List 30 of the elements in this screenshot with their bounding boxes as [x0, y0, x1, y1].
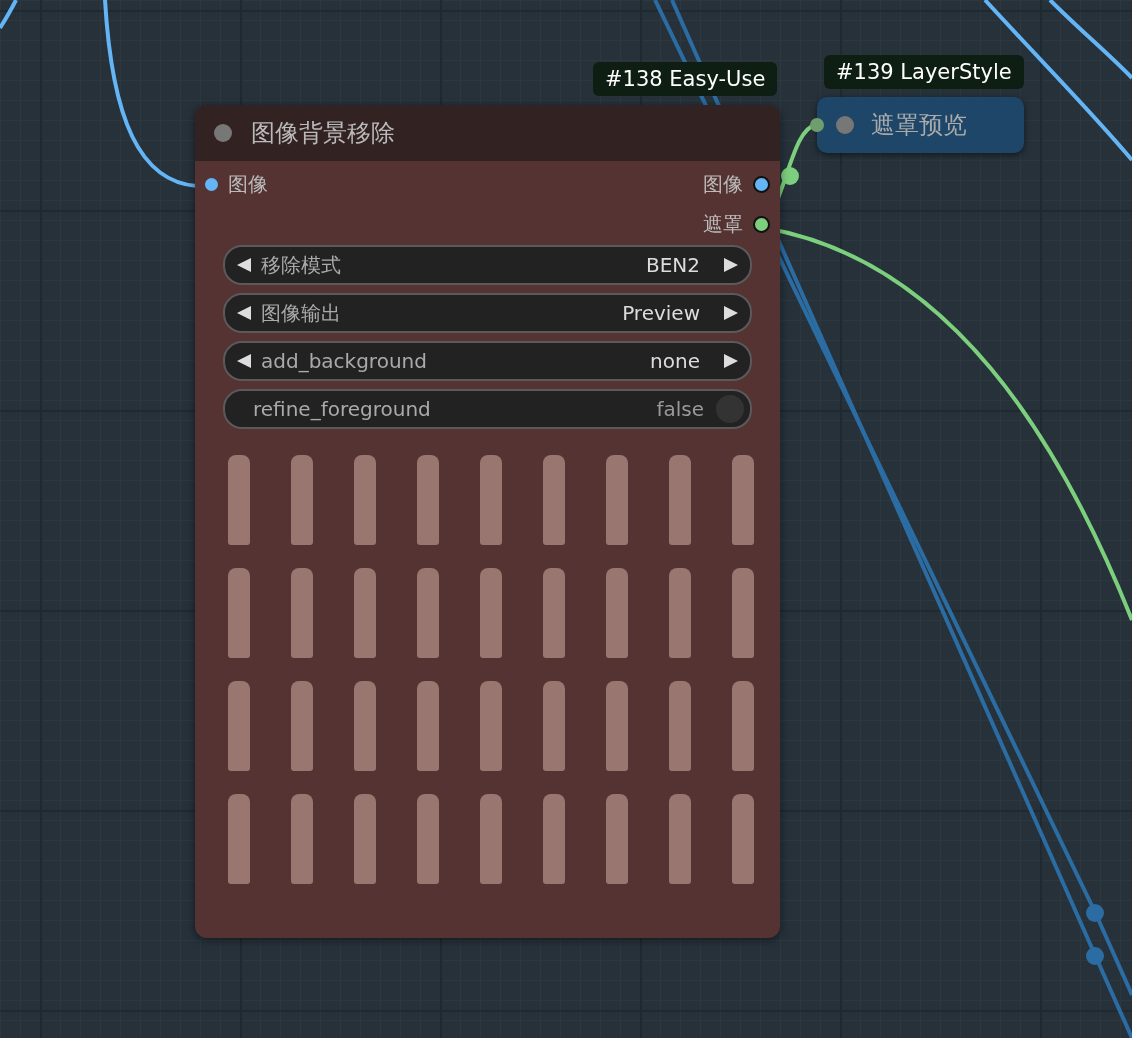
combo-widget[interactable]: 图像输出 Preview	[223, 293, 752, 333]
port-label: 图像	[703, 170, 743, 198]
input-port[interactable]	[205, 177, 218, 191]
collapse-dot-icon[interactable]	[213, 123, 233, 143]
wire	[0, 0, 18, 30]
arrow-right-icon[interactable]	[722, 352, 740, 370]
reroute-dot[interactable]	[1086, 947, 1104, 965]
node-title: 图像背景移除	[251, 118, 395, 149]
node-badge: #138 Easy-Use	[593, 62, 778, 96]
node-badge: #139 LayerStyle	[824, 55, 1024, 89]
arrow-right-icon[interactable]	[722, 256, 740, 274]
reroute-dot[interactable]	[781, 167, 799, 185]
port-label: 图像	[228, 170, 268, 198]
arrow-left-icon[interactable]	[235, 256, 253, 274]
output-port[interactable]	[753, 215, 770, 233]
reroute-dot[interactable]	[1086, 904, 1104, 922]
collapsed-node[interactable]: 遮罩预览	[817, 97, 1024, 153]
port-label: 遮罩	[703, 210, 743, 238]
toggle-knob[interactable]	[716, 395, 744, 423]
combo-widget[interactable]: add_background none	[223, 341, 752, 381]
output-port[interactable]	[753, 175, 770, 193]
arrow-left-icon[interactable]	[235, 304, 253, 322]
collapse-dot-icon[interactable]	[835, 115, 855, 135]
toggle-widget[interactable]: refine_foreground false	[223, 389, 752, 429]
node-title-bar[interactable]: 图像背景移除	[195, 105, 780, 161]
arrow-left-icon[interactable]	[235, 352, 253, 370]
arrow-right-icon[interactable]	[722, 304, 740, 322]
combo-widget[interactable]: 移除模式 BEN2	[223, 245, 752, 285]
input-port[interactable]	[810, 118, 824, 132]
node-title: 遮罩预览	[871, 110, 967, 141]
